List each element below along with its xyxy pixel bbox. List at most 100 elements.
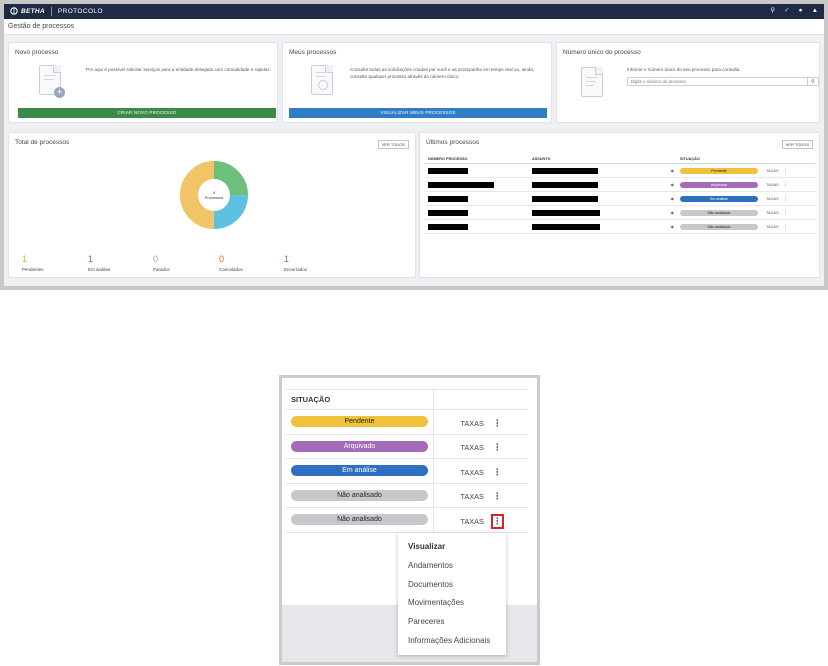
- table-row[interactable]: ◉ Não analisado TAXAS ⋮: [425, 219, 815, 234]
- menu-item-visualizar[interactable]: Visualizar: [398, 538, 506, 557]
- info-icon[interactable]: ◉: [671, 210, 675, 215]
- status-cell: Pendente: [286, 409, 434, 435]
- status-counter[interactable]: 1 Encerrados: [284, 254, 307, 272]
- page-title: Gestão de processos: [8, 23, 75, 30]
- taxas-label[interactable]: TAXAS: [766, 168, 779, 173]
- taxas-label[interactable]: TAXAS: [766, 224, 779, 229]
- search-icon[interactable]: ⚲: [807, 78, 818, 85]
- check-icon[interactable]: ✔: [784, 8, 789, 15]
- situacao-row[interactable]: Arquivado TAXAS ⋮: [286, 434, 528, 459]
- taxas-label[interactable]: TAXAS: [461, 492, 484, 501]
- column-header: SITUAÇÃO: [677, 155, 763, 164]
- process-number-cell: [425, 163, 529, 178]
- taxas-label[interactable]: TAXAS: [461, 443, 484, 452]
- more-vertical-icon[interactable]: ⋮: [783, 196, 788, 202]
- card-ultimos-processos: Últimos processos VER TODOS NÚMERO PROCE…: [419, 132, 820, 278]
- card-description: Consulte todas as solicitações criadas p…: [350, 67, 535, 79]
- redacted-number: [428, 195, 468, 202]
- actions-header: [433, 389, 528, 410]
- more-vertical-icon[interactable]: ⋮: [492, 441, 503, 453]
- more-vertical-icon[interactable]: ⋮: [492, 490, 503, 502]
- status-counter[interactable]: 1 Em análise: [88, 254, 110, 272]
- ver-todos-button[interactable]: VER TODOS: [781, 140, 813, 149]
- taxas-label[interactable]: TAXAS: [766, 210, 779, 215]
- menu-item-andamentos[interactable]: Andamentos: [398, 557, 506, 576]
- top-navbar: BETHA PROTOCOLO ⚲ ✔ ● ▲: [4, 4, 824, 19]
- more-vertical-icon[interactable]: ⋮: [783, 168, 788, 174]
- info-icon[interactable]: ◉: [671, 224, 675, 229]
- status-counter[interactable]: 0 Cancelados: [219, 254, 243, 272]
- redacted-subject: [532, 209, 600, 216]
- status-cell: Em análise: [286, 458, 434, 484]
- counter-value: 1: [22, 254, 28, 264]
- more-vertical-icon[interactable]: ⋮: [492, 466, 503, 478]
- ver-todos-button[interactable]: VER TODOS: [377, 140, 409, 149]
- situacao-row[interactable]: Não analisado TAXAS ⋮: [286, 483, 528, 508]
- search-icon[interactable]: ⚲: [770, 8, 775, 15]
- more-vertical-icon[interactable]: ⋮: [783, 182, 788, 188]
- breadcrumb: Gestão de processos: [4, 19, 824, 35]
- counter-value: 0: [153, 254, 159, 264]
- table-row[interactable]: ◉ Pendente TAXAS ⋮: [425, 163, 815, 178]
- info-icon[interactable]: ◉: [671, 182, 675, 187]
- process-number-search: ⚲: [627, 77, 819, 86]
- taxas-label[interactable]: TAXAS: [766, 182, 779, 187]
- redacted-subject: [532, 181, 598, 188]
- status-badge: Não analisado: [680, 209, 758, 216]
- status-counter[interactable]: 1 Pendentes: [22, 254, 44, 272]
- menu-item-informações-adicionais[interactable]: Informações Adicionais: [398, 632, 506, 651]
- actions-cell: TAXAS ⋮: [763, 163, 815, 178]
- situacao-row[interactable]: Não analisado TAXAS ⋮: [286, 507, 528, 533]
- card-title: Total de processos: [15, 139, 70, 146]
- more-vertical-icon[interactable]: ⋮: [492, 417, 503, 429]
- redacted-number: [428, 167, 468, 174]
- recent-processes-table: NÚMERO PROCESSO ASSUNTO SITUAÇÃO ◉ Penden…: [425, 155, 815, 234]
- situacao-row[interactable]: Em análise TAXAS ⋮: [286, 458, 528, 484]
- counter-value: 1: [284, 254, 290, 264]
- info-icon[interactable]: ◉: [671, 168, 675, 173]
- status-counter[interactable]: 0 Parados: [153, 254, 170, 272]
- column-header: [763, 155, 815, 164]
- more-vertical-icon[interactable]: ⋮: [490, 513, 504, 529]
- table-row[interactable]: ◉ Não analisado TAXAS ⋮: [425, 205, 815, 220]
- taxas-label[interactable]: TAXAS: [461, 517, 484, 526]
- protocolo-app: BETHA PROTOCOLO ⚲ ✔ ● ▲ Gestão de proces…: [4, 4, 824, 286]
- table-row[interactable]: ◉ Em análise TAXAS ⋮: [425, 191, 815, 206]
- menu-item-pareceres[interactable]: Pareceres: [398, 613, 506, 632]
- actions-cell: TAXAS ⋮: [433, 507, 528, 533]
- process-number-cell: [425, 205, 529, 220]
- card-novo-processo: Novo processo + Por aqui é possível soli…: [8, 42, 278, 123]
- process-number-input[interactable]: [628, 78, 807, 85]
- more-vertical-icon[interactable]: ⋮: [783, 224, 788, 230]
- card-title: Últimos processos: [426, 139, 480, 146]
- menu-item-movimentações[interactable]: Movimentações: [398, 594, 506, 613]
- taxas-label[interactable]: TAXAS: [461, 468, 484, 477]
- counter-label: Encerrados: [284, 267, 308, 272]
- brand-logo[interactable]: BETHA: [10, 6, 45, 17]
- settings-icon[interactable]: ●: [799, 8, 803, 15]
- view-my-processes-button[interactable]: VISUALIZAR MEUS PROCESSOS: [289, 108, 547, 118]
- situacao-row[interactable]: Pendente TAXAS ⋮: [286, 409, 528, 435]
- status-badge: Pendente: [680, 167, 758, 174]
- table-row[interactable]: ◉ Arquivado TAXAS ⋮: [425, 177, 815, 192]
- redacted-number: [428, 181, 494, 188]
- status-counters: 1 Pendentes 1 Em análise 0 Parados 0 Cancelados…: [15, 254, 405, 284]
- taxas-label[interactable]: TAXAS: [766, 196, 779, 201]
- status-badge: Em análise: [680, 195, 758, 202]
- status-cell: Não analisado: [286, 507, 434, 533]
- process-number-cell: [425, 191, 529, 206]
- menu-item-documentos[interactable]: Documentos: [398, 576, 506, 595]
- status-badge: Arquivado: [291, 440, 428, 452]
- taxas-label[interactable]: TAXAS: [461, 419, 484, 428]
- subject-cell: ◉: [529, 177, 677, 192]
- more-vertical-icon[interactable]: ⋮: [783, 210, 788, 216]
- create-process-button[interactable]: CRIAR NOVO PROCESSO: [18, 108, 276, 118]
- bell-icon[interactable]: ▲: [812, 8, 818, 15]
- process-number-cell: [425, 177, 529, 192]
- situacao-header: SITUAÇÃO: [286, 389, 434, 410]
- situacao-table: SITUAÇÃO Pendente TAXAS ⋮ Arquivado TAXAS ⋮ Em…: [286, 389, 528, 533]
- redacted-number: [428, 209, 468, 216]
- info-icon[interactable]: ◉: [671, 196, 675, 201]
- card-title: Novo processo: [15, 49, 59, 56]
- actions-cell: TAXAS ⋮: [433, 458, 528, 484]
